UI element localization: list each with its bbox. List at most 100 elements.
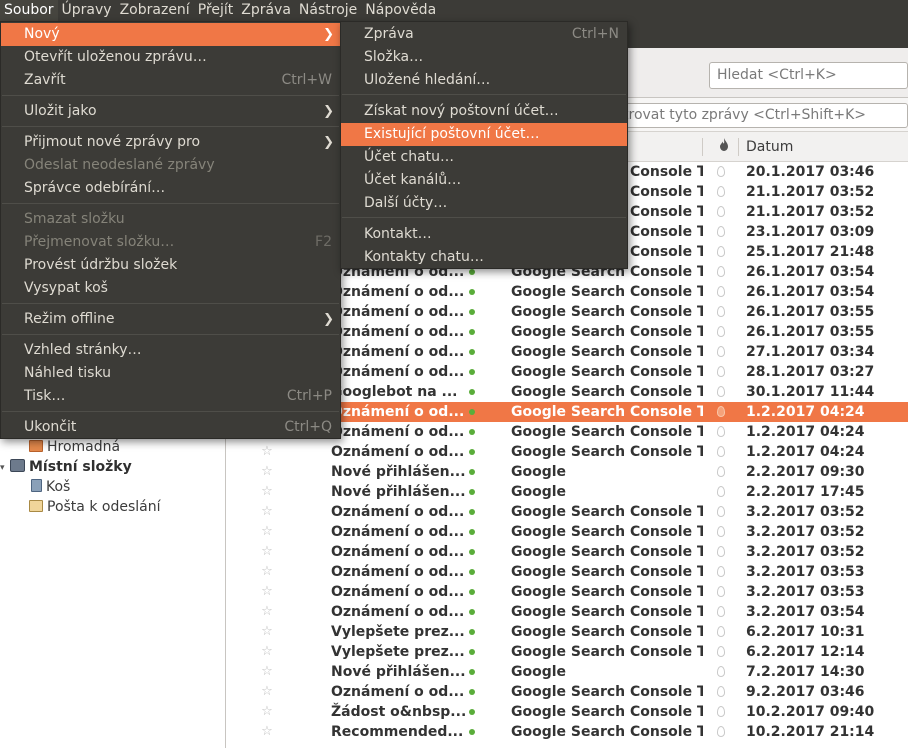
junk-status-icon[interactable]: [717, 546, 725, 557]
folder-outbox[interactable]: Pošta k odeslání: [29, 499, 160, 515]
junk-status-icon[interactable]: [717, 186, 725, 197]
junk-status-icon[interactable]: [717, 646, 725, 657]
junk-status-icon[interactable]: [717, 266, 725, 277]
unread-dot-icon[interactable]: [469, 389, 475, 395]
file-menu-item[interactable]: Vzhled stránky…: [1, 339, 340, 362]
file-menu-item[interactable]: Režim offline ❯: [1, 308, 340, 331]
star-icon[interactable]: ☆: [260, 482, 274, 502]
folder-trash[interactable]: Koš: [29, 479, 70, 495]
menu-message[interactable]: Zpráva: [237, 0, 295, 21]
menu-view[interactable]: Zobrazení: [116, 0, 194, 21]
star-icon[interactable]: ☆: [260, 642, 274, 662]
file-menu-item[interactable]: Vysypat koš: [1, 277, 340, 300]
junk-status-icon[interactable]: [717, 246, 725, 257]
junk-status-icon[interactable]: [717, 406, 725, 417]
star-icon[interactable]: ☆: [260, 682, 274, 702]
junk-status-icon[interactable]: [717, 226, 725, 237]
junk-status-icon[interactable]: [717, 686, 725, 697]
menu-tools[interactable]: Nástroje: [295, 0, 361, 21]
search-input[interactable]: Hledat <Ctrl+K>: [709, 62, 908, 89]
unread-dot-icon[interactable]: [469, 509, 475, 515]
unread-dot-icon[interactable]: [469, 609, 475, 615]
file-menu-item[interactable]: Správce odebírání…: [1, 177, 340, 200]
junk-status-icon[interactable]: [717, 706, 725, 717]
new-submenu-item[interactable]: Zpráva Ctrl+N: [341, 23, 627, 46]
table-row[interactable]: ☆ Oznámení o od... Google Search Console T…: [226, 522, 908, 542]
star-icon[interactable]: ☆: [260, 582, 274, 602]
file-menu-item[interactable]: Provést údržbu složek: [1, 254, 340, 277]
junk-status-icon[interactable]: [717, 586, 725, 597]
file-menu-item[interactable]: Přijmout nové zprávy pro ❯: [1, 131, 340, 154]
date-column-header[interactable]: Datum: [746, 132, 793, 162]
junk-column-header[interactable]: [716, 132, 732, 162]
unread-dot-icon[interactable]: [469, 649, 475, 655]
junk-status-icon[interactable]: [717, 366, 725, 377]
junk-status-icon[interactable]: [717, 506, 725, 517]
unread-dot-icon[interactable]: [469, 289, 475, 295]
table-row[interactable]: ☆ Vylepšete prez... Google Search Console …: [226, 622, 908, 642]
unread-dot-icon[interactable]: [469, 309, 475, 315]
unread-dot-icon[interactable]: [469, 709, 475, 715]
star-icon[interactable]: ☆: [260, 542, 274, 562]
new-submenu-item[interactable]: Existující poštovní účet…: [341, 123, 627, 146]
unread-dot-icon[interactable]: [469, 569, 475, 575]
new-submenu-item[interactable]: Uložené hledání…: [341, 69, 627, 92]
folder-hromadna[interactable]: Hromadná: [29, 439, 120, 455]
table-row[interactable]: ☆ Žádost o&nbsp... Google Search Console T…: [226, 702, 908, 722]
unread-dot-icon[interactable]: [469, 369, 475, 375]
junk-status-icon[interactable]: [717, 486, 725, 497]
star-icon[interactable]: ☆: [260, 562, 274, 582]
unread-dot-icon[interactable]: [469, 349, 475, 355]
table-row[interactable]: ☆ Recommended... Google Search Console T..…: [226, 722, 908, 742]
star-icon[interactable]: ☆: [260, 502, 274, 522]
unread-dot-icon[interactable]: [469, 629, 475, 635]
file-menu-item[interactable]: Uložit jako ❯: [1, 100, 340, 123]
junk-status-icon[interactable]: [717, 726, 725, 737]
junk-status-icon[interactable]: [717, 386, 725, 397]
star-icon[interactable]: ☆: [260, 702, 274, 722]
unread-dot-icon[interactable]: [469, 729, 475, 735]
table-row[interactable]: ☆ Oznámení o od... Google Search Console T…: [226, 602, 908, 622]
star-icon[interactable]: ☆: [260, 442, 274, 462]
table-row[interactable]: ☆ Oznámení o od... Google Search Console T…: [226, 502, 908, 522]
table-row[interactable]: ☆ Oznámení o od... Google Search Console T…: [226, 582, 908, 602]
unread-dot-icon[interactable]: [469, 409, 475, 415]
file-menu-item[interactable]: Zavřít Ctrl+W: [1, 69, 340, 92]
file-menu-item[interactable]: Tisk… Ctrl+P: [1, 385, 340, 408]
junk-status-icon[interactable]: [717, 606, 725, 617]
table-row[interactable]: ☆ Vylepšete prez... Google Search Console …: [226, 642, 908, 662]
star-icon[interactable]: ☆: [260, 462, 274, 482]
star-icon[interactable]: ☆: [260, 662, 274, 682]
junk-status-icon[interactable]: [717, 286, 725, 297]
new-submenu-item[interactable]: Další účty…: [341, 192, 627, 215]
unread-dot-icon[interactable]: [469, 549, 475, 555]
unread-dot-icon[interactable]: [469, 529, 475, 535]
junk-status-icon[interactable]: [717, 426, 725, 437]
junk-status-icon[interactable]: [717, 206, 725, 217]
table-row[interactable]: ☆ Nové přihlášen... Google 2.2.2017 09:30: [226, 462, 908, 482]
new-submenu-item[interactable]: Účet chatu…: [341, 146, 627, 169]
folder-local[interactable]: ▾ Místní složky: [0, 459, 132, 475]
unread-dot-icon[interactable]: [469, 689, 475, 695]
file-menu-item[interactable]: Nový ❯: [1, 23, 340, 46]
unread-dot-icon[interactable]: [469, 489, 475, 495]
file-menu-item[interactable]: Ukončit Ctrl+Q: [1, 416, 340, 439]
table-row[interactable]: ☆ Oznámení o od... Google Search Console T…: [226, 682, 908, 702]
junk-status-icon[interactable]: [717, 526, 725, 537]
unread-dot-icon[interactable]: [469, 449, 475, 455]
star-icon[interactable]: ☆: [260, 522, 274, 542]
star-icon[interactable]: ☆: [260, 622, 274, 642]
junk-status-icon[interactable]: [717, 326, 725, 337]
table-row[interactable]: ☆ Oznámení o od... Google Search Console T…: [226, 542, 908, 562]
new-submenu-item[interactable]: Účet kanálů…: [341, 169, 627, 192]
table-row[interactable]: ☆ Nové přihlášen... Google 7.2.2017 14:30: [226, 662, 908, 682]
unread-dot-icon[interactable]: [469, 429, 475, 435]
new-submenu-item[interactable]: Kontakt…: [341, 223, 627, 246]
junk-status-icon[interactable]: [717, 306, 725, 317]
unread-dot-icon[interactable]: [469, 269, 475, 275]
menu-file[interactable]: Soubor: [0, 0, 58, 21]
junk-status-icon[interactable]: [717, 466, 725, 477]
junk-status-icon[interactable]: [717, 346, 725, 357]
menu-edit[interactable]: Úpravy: [58, 0, 116, 21]
new-submenu-item[interactable]: Kontakty chatu…: [341, 246, 627, 269]
